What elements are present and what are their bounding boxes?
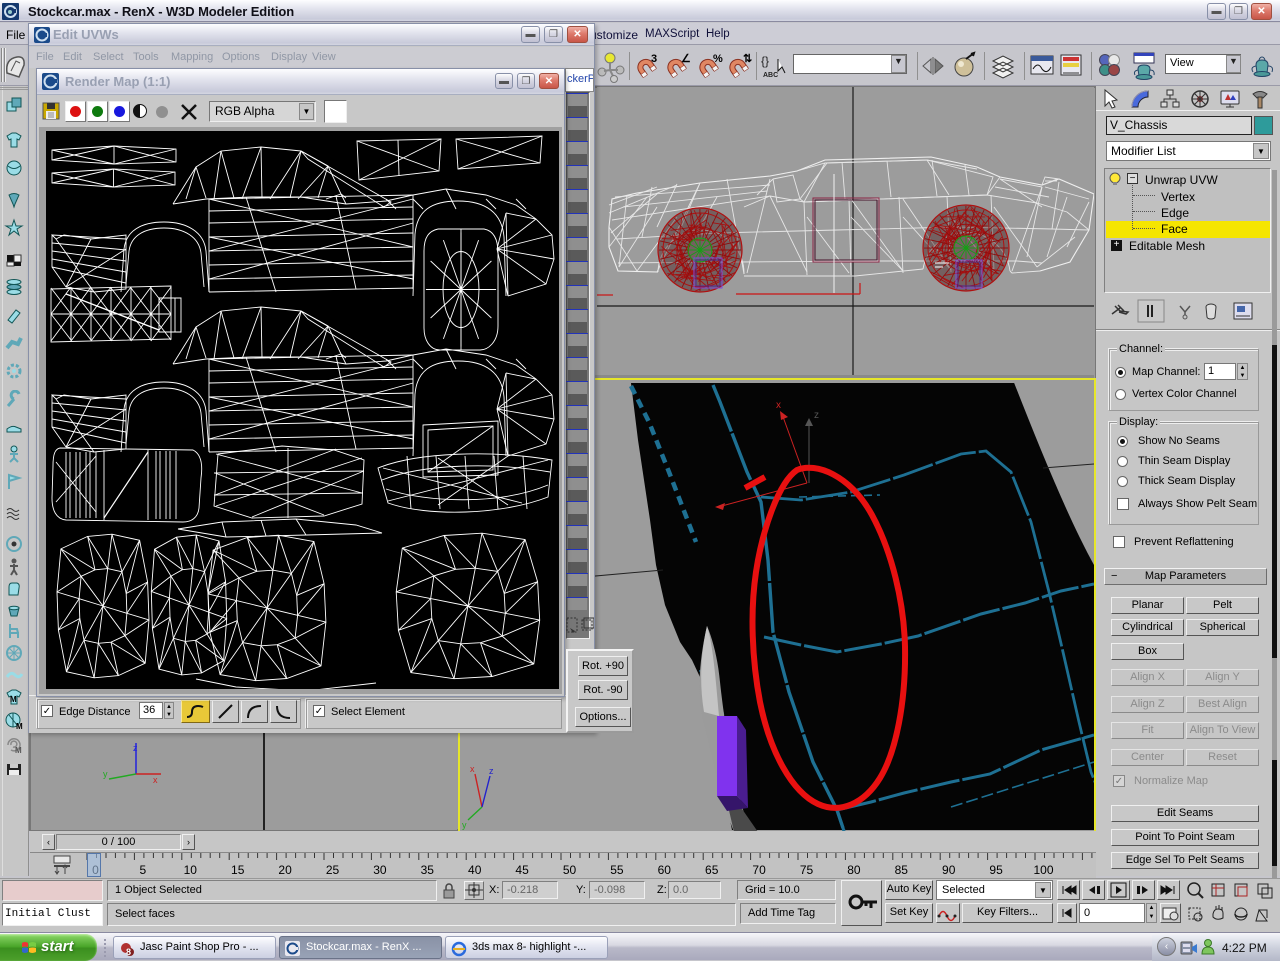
svg-text:ABC: ABC <box>763 72 778 79</box>
svg-text:x: x <box>153 775 158 785</box>
svg-text:85: 85 <box>895 863 909 877</box>
svg-text:25: 25 <box>326 863 340 877</box>
svg-text:90: 90 <box>942 863 956 877</box>
svg-text:z: z <box>489 766 494 776</box>
svg-text:100: 100 <box>1033 863 1053 877</box>
svg-text:3: 3 <box>651 53 657 65</box>
svg-text:65: 65 <box>705 863 719 877</box>
svg-text:y: y <box>462 820 467 830</box>
svg-text:70: 70 <box>752 863 766 877</box>
svg-text:80: 80 <box>847 863 861 877</box>
svg-text:M: M <box>15 746 22 755</box>
svg-text:30: 30 <box>373 863 387 877</box>
svg-text:y: y <box>103 769 108 779</box>
svg-text:50: 50 <box>563 863 577 877</box>
svg-text:M: M <box>10 695 17 704</box>
svg-text:60: 60 <box>658 863 672 877</box>
svg-text:z: z <box>814 410 819 421</box>
svg-text:x: x <box>470 764 475 774</box>
svg-text:10: 10 <box>184 863 198 877</box>
svg-text:5: 5 <box>140 863 147 877</box>
svg-text:{}: {} <box>761 54 769 68</box>
svg-text:35: 35 <box>421 863 435 877</box>
svg-text:75: 75 <box>800 863 814 877</box>
svg-text:8: 8 <box>126 947 131 957</box>
svg-text:∠: ∠ <box>681 53 691 65</box>
svg-text:45: 45 <box>515 863 529 877</box>
svg-text:%: % <box>713 53 723 65</box>
svg-text:x: x <box>776 400 781 411</box>
svg-text:z: z <box>133 743 138 753</box>
svg-text:⇅: ⇅ <box>743 53 752 65</box>
svg-text:20: 20 <box>278 863 292 877</box>
svg-text:15: 15 <box>231 863 245 877</box>
svg-text:95: 95 <box>989 863 1003 877</box>
svg-text:40: 40 <box>468 863 482 877</box>
svg-text:M: M <box>16 722 23 731</box>
svg-text:55: 55 <box>610 863 624 877</box>
